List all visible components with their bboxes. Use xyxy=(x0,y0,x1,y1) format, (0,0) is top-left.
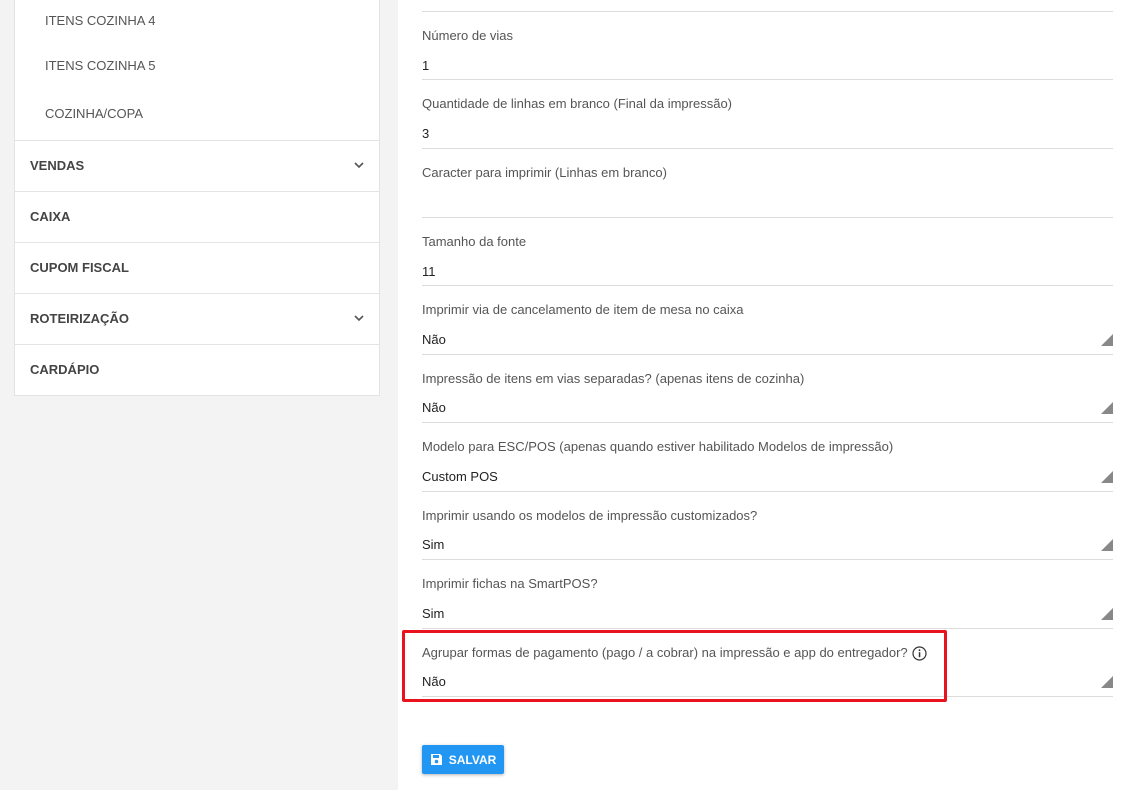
field-value[interactable]: 3 xyxy=(422,126,429,141)
dropdown-arrow-icon[interactable] xyxy=(1101,402,1113,414)
field-label: Modelo para ESC/POS (apenas quando estiv… xyxy=(422,439,894,454)
field-underline xyxy=(422,285,1113,286)
field-label: Imprimir usando os modelos de impressão … xyxy=(422,508,758,523)
dropdown-arrow-icon[interactable] xyxy=(1101,608,1113,620)
select-value[interactable]: Custom POS xyxy=(422,469,498,484)
sidebar-subitem-label: COZINHA/COPA xyxy=(45,106,143,121)
field-label: Imprimir via de cancelamento de item de … xyxy=(422,302,744,317)
sidebar-item-cupom-fiscal[interactable]: CUPOM FISCAL xyxy=(15,242,379,293)
sidebar-item-cardapio[interactable]: CARDÁPIO xyxy=(15,344,379,395)
sidebar-item-label: CUPOM FISCAL xyxy=(30,260,129,275)
field-tamanho-fonte[interactable]: Tamanho da fonte 11 xyxy=(422,234,1113,286)
select-value[interactable]: Sim xyxy=(422,537,444,552)
field-linhas-em-branco[interactable]: Quantidade de linhas em branco (Final da… xyxy=(422,96,1113,149)
sidebar-item-vendas[interactable]: VENDAS xyxy=(15,140,379,191)
sidebar: ITENS COZINHA 4 ITENS COZINHA 5 COZINHA/… xyxy=(14,0,380,396)
save-button-label: SALVAR xyxy=(448,752,497,767)
field-label: Impressão de itens em vias separadas? (a… xyxy=(422,371,805,386)
field-value[interactable]: 11 xyxy=(422,264,436,279)
sidebar-subitem-itens-cozinha-4[interactable]: ITENS COZINHA 4 xyxy=(15,0,379,44)
field-underline xyxy=(422,422,1113,423)
sidebar-subitem-label: ITENS COZINHA 4 xyxy=(45,13,156,28)
sidebar-item-label: CARDÁPIO xyxy=(30,362,100,377)
select-value[interactable]: Não xyxy=(422,332,446,347)
select-modelo-escpos[interactable]: Modelo para ESC/POS (apenas quando estiv… xyxy=(422,439,1113,492)
field-value[interactable]: 1 xyxy=(422,58,429,73)
field-label: Imprimir fichas na SmartPOS? xyxy=(422,576,598,591)
field-underline xyxy=(422,148,1113,149)
sidebar-item-label: ROTEIRIZAÇÃO xyxy=(30,311,129,326)
dropdown-arrow-icon[interactable] xyxy=(1101,676,1113,688)
field-underline xyxy=(422,491,1113,492)
field-label: Tamanho da fonte xyxy=(422,234,527,249)
field-underline xyxy=(422,628,1113,629)
field-underline xyxy=(422,559,1113,560)
sidebar-subitem-cozinha-copa[interactable]: COZINHA/COPA xyxy=(15,92,379,140)
field-underline xyxy=(422,217,1113,218)
sidebar-item-label: VENDAS xyxy=(30,158,85,173)
dropdown-arrow-icon[interactable] xyxy=(1101,334,1113,346)
select-vias-separadas[interactable]: Impressão de itens em vias separadas? (a… xyxy=(422,371,1113,423)
sidebar-subitem-itens-cozinha-5[interactable]: ITENS COZINHA 5 xyxy=(15,44,379,92)
select-modelos-customizados[interactable]: Imprimir usando os modelos de impressão … xyxy=(422,508,1113,560)
sidebar-item-caixa[interactable]: CAIXA xyxy=(15,191,379,242)
select-value[interactable]: Não xyxy=(422,400,446,415)
field-label: Número de vias xyxy=(422,28,514,43)
sidebar-item-label: CAIXA xyxy=(30,209,71,224)
field-label: Quantidade de linhas em branco (Final da… xyxy=(422,96,733,111)
field-caracter-imprimir[interactable]: Caracter para imprimir (Linhas em branco… xyxy=(422,165,1113,218)
chevron-down-icon xyxy=(354,315,364,322)
sidebar-item-roteirizacao[interactable]: ROTEIRIZAÇÃO xyxy=(15,293,379,344)
select-fichas-smartpos[interactable]: Imprimir fichas na SmartPOS? Sim xyxy=(422,576,1113,629)
sidebar-subitem-label: ITENS COZINHA 5 xyxy=(45,58,156,73)
select-value[interactable]: Sim xyxy=(422,606,444,621)
select-via-cancelamento[interactable]: Imprimir via de cancelamento de item de … xyxy=(422,302,1113,355)
field-numero-de-vias[interactable]: Número de vias 1 xyxy=(422,28,1113,80)
field-previous xyxy=(422,0,1113,12)
highlight-box xyxy=(402,630,947,702)
save-button[interactable]: SALVAR xyxy=(422,745,504,774)
field-underline xyxy=(422,79,1113,80)
chevron-down-icon xyxy=(354,162,364,169)
floppy-disk-icon xyxy=(430,754,442,765)
field-label: Caracter para imprimir (Linhas em branco… xyxy=(422,165,667,180)
field-underline xyxy=(422,354,1113,355)
field-underline xyxy=(422,11,1113,12)
dropdown-arrow-icon[interactable] xyxy=(1101,539,1113,551)
dropdown-arrow-icon[interactable] xyxy=(1101,471,1113,483)
